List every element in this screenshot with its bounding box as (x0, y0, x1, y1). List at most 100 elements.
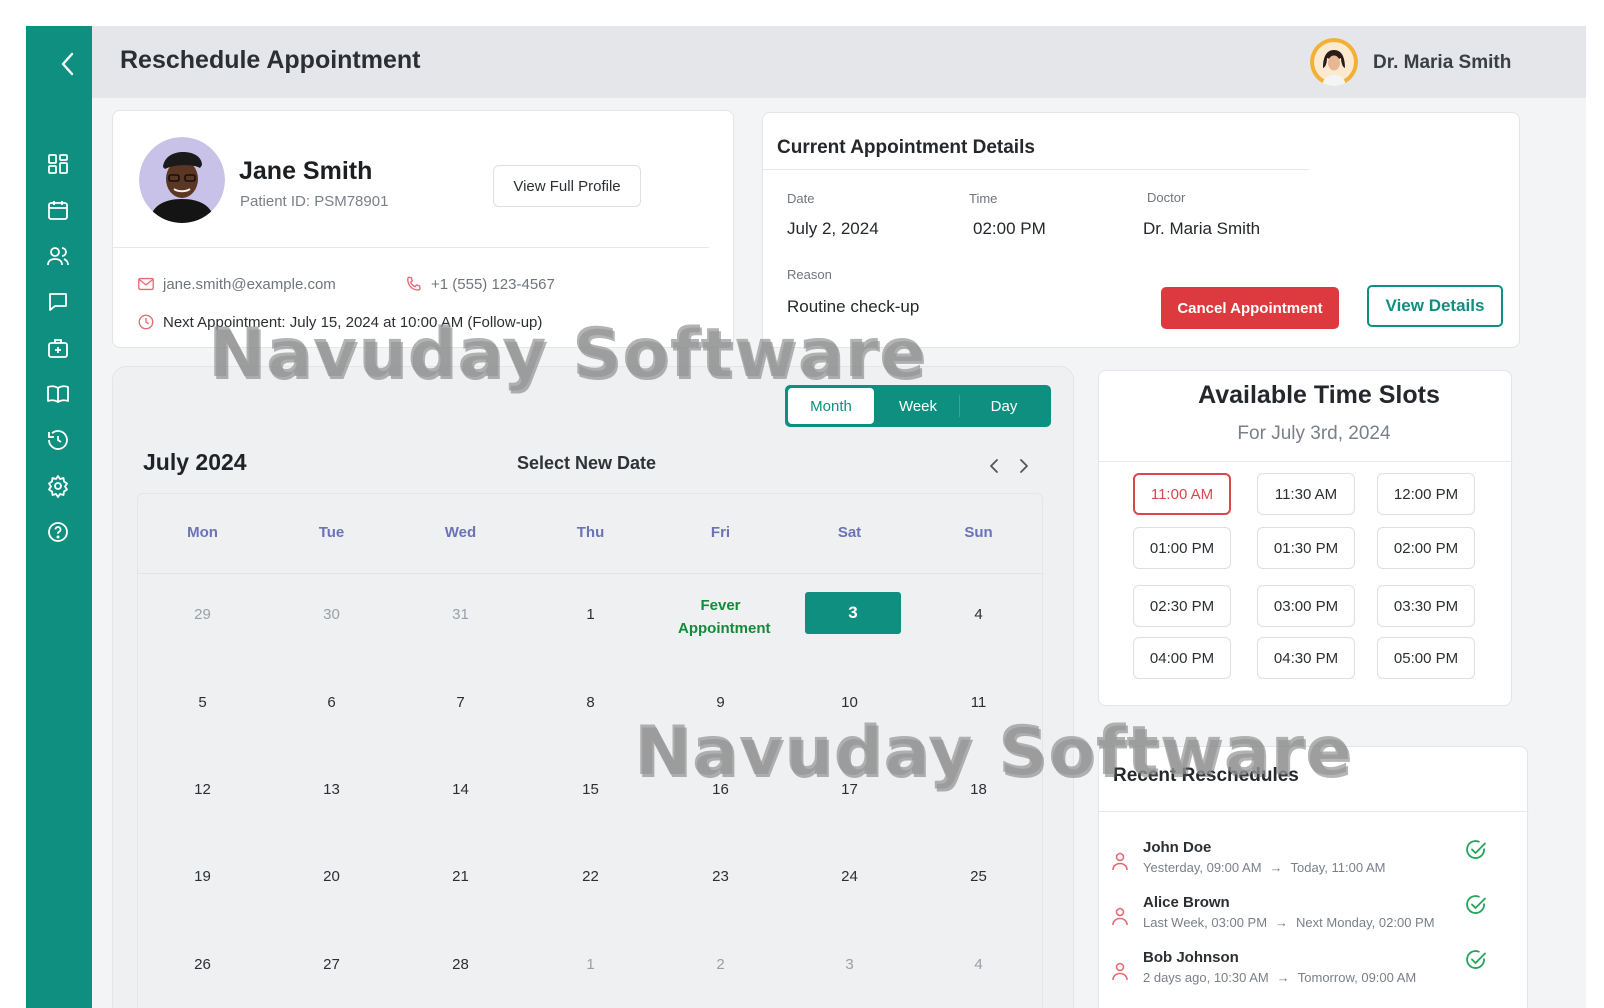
time-slot[interactable]: 02:30 PM (1133, 585, 1231, 627)
calendar-day-outside[interactable]: 1 (526, 956, 655, 973)
time-slot[interactable]: 02:00 PM (1377, 527, 1475, 569)
time-slot-selected[interactable]: 11:00 AM (1133, 473, 1231, 515)
time-slot[interactable]: 04:30 PM (1257, 637, 1355, 679)
calendar-day[interactable]: 10 (785, 694, 914, 711)
calendar-event[interactable]: Fever Appointment (656, 594, 785, 640)
users-icon[interactable] (46, 244, 70, 268)
calendar-day[interactable]: 6 (267, 694, 396, 711)
calendar-day[interactable]: 11 (914, 694, 1043, 711)
time-slot[interactable]: 05:00 PM (1377, 637, 1475, 679)
dashboard-icon[interactable] (46, 152, 70, 176)
divider (1099, 811, 1529, 812)
patient-phone[interactable]: +1 (555) 123-4567 (431, 276, 555, 293)
tab-week[interactable]: Week (877, 388, 959, 424)
calendar-day-outside[interactable]: 3 (785, 956, 914, 973)
top-header: Reschedule Appointment Dr. Maria Smith (92, 26, 1586, 98)
cancel-appointment-button[interactable]: Cancel Appointment (1161, 287, 1339, 329)
calendar-day-outside[interactable]: 30 (267, 606, 396, 623)
calendar-icon[interactable] (46, 198, 70, 222)
calendar-day[interactable]: 23 (656, 868, 785, 885)
calendar-day[interactable]: 5 (138, 694, 267, 711)
reason-label: Reason (787, 267, 832, 282)
calendar-day[interactable]: 26 (138, 956, 267, 973)
calendar-day-outside[interactable]: 29 (138, 606, 267, 623)
calendar-day[interactable]: 15 (526, 781, 655, 798)
medical-bag-icon[interactable] (46, 336, 70, 360)
reschedule-to: Today, 11:00 AM (1290, 860, 1386, 875)
calendar-day[interactable]: 9 (656, 694, 785, 711)
time-slot[interactable]: 04:00 PM (1133, 637, 1231, 679)
user-icon (1112, 852, 1128, 871)
calendar-month: July 2024 (143, 449, 247, 475)
time-slot[interactable]: 11:30 AM (1257, 473, 1355, 515)
user-name[interactable]: Dr. Maria Smith (1373, 52, 1511, 74)
calendar-day[interactable]: 25 (914, 868, 1043, 885)
calendar-day[interactable]: 16 (656, 781, 785, 798)
divider (763, 169, 1309, 170)
tab-day[interactable]: Day (961, 388, 1047, 424)
calendar-day[interactable]: 13 (267, 781, 396, 798)
time-slot[interactable]: 01:30 PM (1257, 527, 1355, 569)
arrow-right-icon: → (1275, 915, 1289, 930)
calendar-day[interactable]: 27 (267, 956, 396, 973)
patient-email[interactable]: jane.smith@example.com (163, 276, 336, 293)
check-circle-icon (1466, 840, 1486, 859)
help-icon[interactable] (46, 520, 70, 544)
calendar-day[interactable]: 7 (396, 694, 525, 711)
time-slot[interactable]: 01:00 PM (1133, 527, 1231, 569)
view-full-profile-button[interactable]: View Full Profile (493, 165, 641, 207)
reschedule-name: Alice Brown (1143, 894, 1230, 911)
calendar-day[interactable]: 8 (526, 694, 655, 711)
calendar-day[interactable]: 20 (267, 868, 396, 885)
calendar-subtitle: Select New Date (517, 453, 657, 473)
recent-title: Recent Reschedules (1113, 765, 1299, 786)
calendar-day-selected[interactable]: 3 (805, 592, 901, 634)
reschedule-to: Tomorrow, 09:00 AM (1297, 970, 1417, 985)
calendar-day[interactable]: 24 (785, 868, 914, 885)
calendar-day[interactable]: 22 (526, 868, 655, 885)
view-details-button[interactable]: View Details (1367, 285, 1503, 327)
calendar-day[interactable]: 21 (396, 868, 525, 885)
divider (959, 395, 960, 417)
reschedule-times: Yesterday, 09:00 AM → Today, 11:00 AM (1143, 860, 1385, 875)
book-icon[interactable] (46, 382, 70, 406)
time-slot[interactable]: 03:30 PM (1377, 585, 1475, 627)
calendar-grid: Mon Tue Wed Thu Fri Sat Sun 29 30 31 1 Fever… (137, 493, 1044, 1008)
check-circle-icon (1466, 895, 1486, 914)
tab-month[interactable]: Month (788, 388, 874, 424)
calendar-day[interactable]: 17 (785, 781, 914, 798)
weekday-header: Mon Tue Wed Thu Fri Sat Sun (138, 494, 1044, 574)
time-slots-card: Available Time Slots For July 3rd, 2024 … (1098, 370, 1513, 706)
calendar-day[interactable]: 4 (914, 606, 1043, 623)
calendar-day-outside[interactable]: 2 (656, 956, 785, 973)
calendar-day-outside[interactable]: 4 (914, 956, 1043, 973)
calendar-day[interactable]: 19 (138, 868, 267, 885)
calendar-day[interactable]: 18 (914, 781, 1043, 798)
reschedule-row: John Doe Yesterday, 09:00 AM → Today, 11:00… (1099, 839, 1529, 889)
calendar-day[interactable]: 12 (138, 781, 267, 798)
doctor-avatar[interactable] (1310, 38, 1358, 86)
calendar-day-outside[interactable]: 31 (396, 606, 525, 623)
time-label: Time (969, 191, 998, 206)
calendar-day[interactable]: 14 (396, 781, 525, 798)
reschedule-times: 2 days ago, 10:30 AM → Tomorrow, 09:00 AM (1143, 970, 1416, 985)
chat-icon[interactable] (46, 290, 70, 314)
back-icon[interactable] (56, 50, 80, 78)
next-month-icon[interactable] (1015, 455, 1033, 477)
weekday-label: Fri (710, 524, 731, 541)
doctor-label: Doctor (1147, 190, 1186, 205)
arrow-right-icon: → (1269, 860, 1283, 875)
time-slot[interactable]: 03:00 PM (1257, 585, 1355, 627)
recent-reschedules-card: Recent Reschedules John Doe Yesterday, 09… (1098, 746, 1529, 1008)
sidebar (26, 26, 92, 1008)
time-slot[interactable]: 12:00 PM (1377, 473, 1475, 515)
prev-month-icon[interactable] (985, 455, 1003, 477)
settings-icon[interactable] (46, 474, 70, 498)
reschedule-to: Next Monday, 02:00 PM (1296, 915, 1435, 930)
calendar-day[interactable]: 1 (526, 606, 655, 623)
weekday-label: Tue (318, 524, 345, 541)
history-icon[interactable] (46, 428, 70, 452)
calendar-day[interactable]: 28 (396, 956, 525, 973)
divider (113, 247, 709, 248)
weekday-label: Sat (837, 524, 862, 541)
